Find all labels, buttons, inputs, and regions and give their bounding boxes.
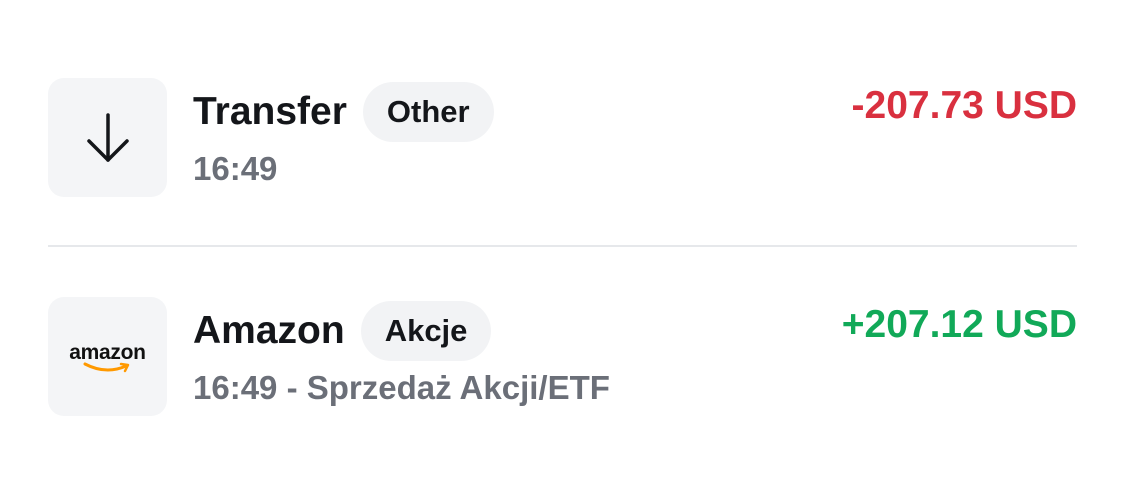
category-badge: Akcje <box>360 301 492 361</box>
transaction-amount: +207.12 USD <box>841 303 1077 346</box>
transaction-title-line: Transfer Other <box>193 82 494 142</box>
amazon-smile-icon <box>83 362 130 373</box>
transaction-row[interactable]: amazon Amazon Akcje 16:49 - Sprzedaż Akc… <box>48 297 1077 417</box>
transaction-time: 16:49 - Sprzedaż Akcji/ETF <box>193 369 610 406</box>
transaction-icon-box: amazon <box>48 297 167 416</box>
transaction-list: Transfer Other 16:49 -207.73 USD amazon … <box>0 0 1125 487</box>
transaction-amount: -207.73 USD <box>851 84 1077 127</box>
row-divider <box>48 245 1077 247</box>
transaction-title: Amazon <box>193 309 345 352</box>
transaction-icon-box <box>48 78 167 197</box>
transaction-title-line: Amazon Akcje <box>193 301 492 361</box>
transaction-row[interactable]: Transfer Other 16:49 -207.73 USD <box>48 78 1077 198</box>
transaction-time: 16:49 <box>193 150 278 187</box>
category-badge: Other <box>362 82 494 142</box>
arrow-down-icon <box>87 113 129 162</box>
transaction-title: Transfer <box>193 90 347 133</box>
